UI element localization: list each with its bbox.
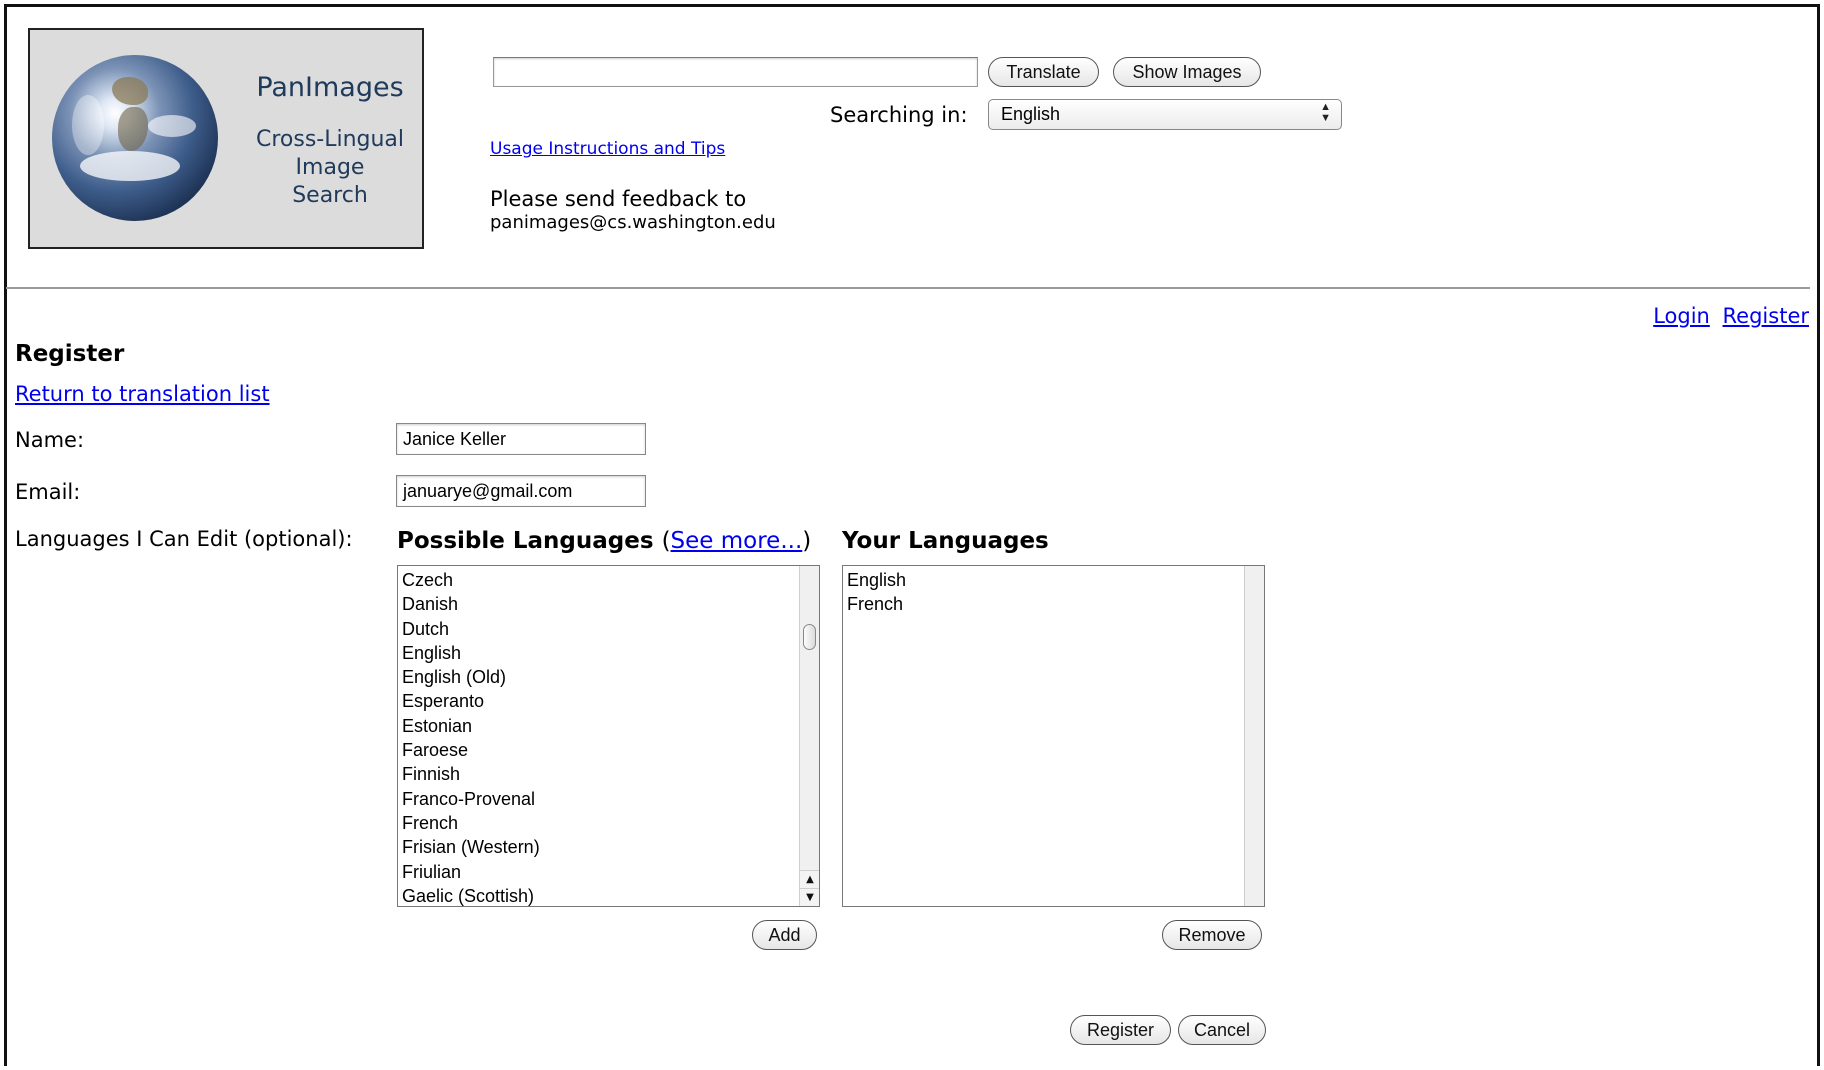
cancel-button[interactable]: Cancel <box>1178 1015 1266 1045</box>
name-field[interactable]: Janice Keller <box>396 423 646 455</box>
translate-button[interactable]: Translate <box>988 57 1099 87</box>
feedback-text: Please send feedback to <box>490 187 747 211</box>
list-option[interactable]: Esperanto <box>402 689 795 713</box>
list-option[interactable]: Faroese <box>402 738 795 762</box>
list-option[interactable]: Finnish <box>402 762 795 786</box>
globe-image <box>52 55 218 221</box>
login-link[interactable]: Login <box>1653 304 1710 328</box>
list-option[interactable]: Danish <box>402 592 795 616</box>
list-option[interactable]: Friulian <box>402 860 795 884</box>
list-option[interactable]: English (Old) <box>402 665 795 689</box>
email-label: Email: <box>15 480 81 504</box>
name-label: Name: <box>15 428 85 452</box>
show-images-button[interactable]: Show Images <box>1113 57 1261 87</box>
list-option[interactable]: Gaelic (Scottish) <box>402 884 795 906</box>
feedback-email: panimages@cs.washington.edu <box>490 212 776 233</box>
email-field[interactable]: januarye@gmail.com <box>396 475 646 507</box>
language-select-value: English <box>1001 104 1061 124</box>
see-more-link[interactable]: See more... <box>671 528 803 554</box>
logo-subtitle: Cross-Lingual Image Search <box>250 126 410 210</box>
possible-languages-title: Possible Languages <box>397 528 654 554</box>
logo-subtitle-line: Image <box>295 155 365 180</box>
list-option[interactable]: Czech <box>402 568 795 592</box>
scroll-down-icon[interactable]: ▼ <box>800 888 819 906</box>
register-link[interactable]: Register <box>1723 304 1809 328</box>
scroll-up-icon[interactable]: ▲ <box>800 870 819 888</box>
logo-box: PanImages Cross-Lingual Image Search <box>28 28 424 249</box>
your-languages-scrollbar <box>1244 566 1264 906</box>
list-option[interactable]: English <box>402 641 795 665</box>
list-option[interactable]: English <box>847 568 1240 592</box>
languages-label: Languages I Can Edit (optional): <box>15 527 353 551</box>
your-languages-heading: Your Languages <box>842 528 1049 554</box>
header-divider <box>6 287 1810 289</box>
add-button[interactable]: Add <box>752 920 817 950</box>
language-select[interactable]: English ▲ ▼ <box>988 99 1342 130</box>
scroll-thumb[interactable] <box>803 624 816 650</box>
list-option[interactable]: Dutch <box>402 617 795 641</box>
search-input[interactable] <box>493 57 978 87</box>
possible-languages-list[interactable]: Czech Danish Dutch English English (Old) Espe… <box>397 565 820 907</box>
logo-subtitle-line: Search <box>292 183 368 208</box>
searching-in-label: Searching in: <box>830 103 968 127</box>
list-option[interactable]: French <box>402 811 795 835</box>
list-option[interactable]: Frisian (Western) <box>402 835 795 859</box>
list-option[interactable]: French <box>847 592 1240 616</box>
return-to-translation-list-link[interactable]: Return to translation list <box>15 382 270 406</box>
possible-languages-options: Czech Danish Dutch English English (Old) Espe… <box>398 566 799 906</box>
logo-title: PanImages <box>256 72 404 103</box>
possible-languages-heading: Possible Languages (See more...) <box>397 528 812 554</box>
page-title: Register <box>15 341 125 367</box>
your-languages-list[interactable]: English French <box>842 565 1265 907</box>
possible-languages-scrollbar[interactable]: ▲ ▼ <box>799 566 819 906</box>
auth-links: Login Register <box>1647 304 1809 328</box>
list-option[interactable]: Franco-Provenal <box>402 787 795 811</box>
your-languages-options: English French <box>843 566 1244 619</box>
select-arrows-icon: ▲ ▼ <box>1320 101 1331 124</box>
logo-subtitle-line: Cross-Lingual <box>255 127 405 152</box>
register-button[interactable]: Register <box>1070 1015 1171 1045</box>
list-option[interactable]: Estonian <box>402 714 795 738</box>
remove-button[interactable]: Remove <box>1162 920 1262 950</box>
usage-instructions-link[interactable]: Usage Instructions and Tips <box>490 139 725 159</box>
